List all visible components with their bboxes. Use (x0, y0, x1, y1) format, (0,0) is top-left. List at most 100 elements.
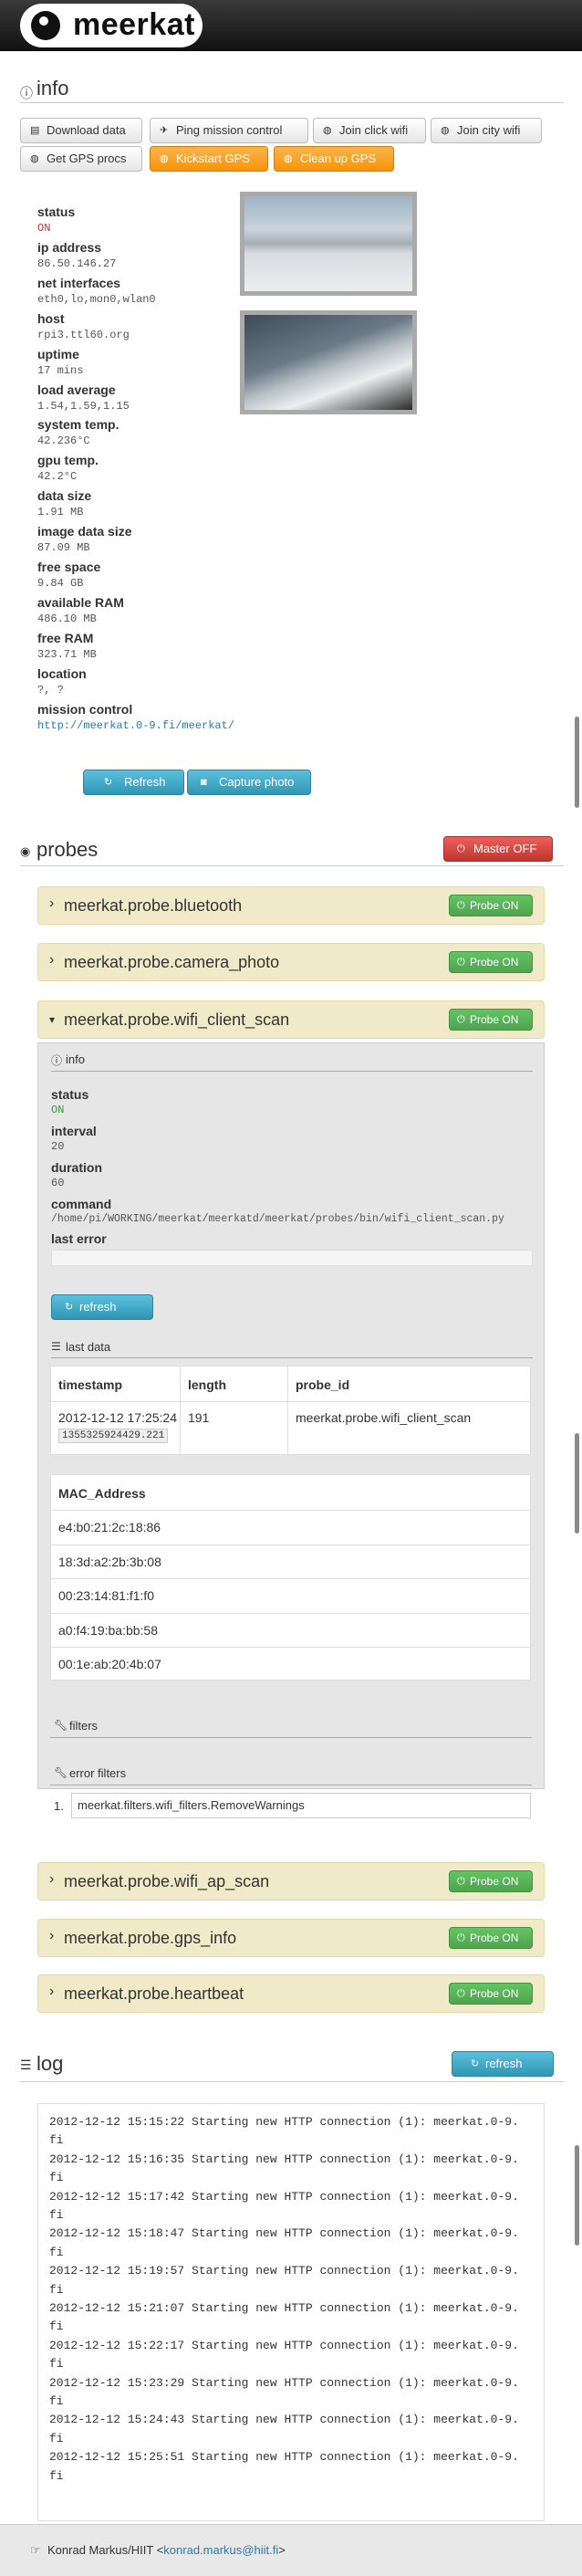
field-label: data size (37, 488, 92, 504)
download-data-button[interactable]: ▤ Download data (20, 118, 142, 143)
field-label: status (37, 204, 76, 219)
refresh-icon: ↻ (471, 2058, 480, 2069)
field-label: load average (37, 382, 116, 397)
probe-name: meerkat.probe.wifi_ap_scan (64, 1872, 270, 1890)
author-email-link[interactable]: konrad.markus@hiit.fi (163, 2543, 278, 2557)
footer-author: Konrad Markus/HIIT <konrad.markus@hiit.f… (47, 2543, 286, 2557)
probe-header[interactable]: ▾ meerkat.probe.wifi_client_scan ⏻ Probe ON (37, 1000, 545, 1039)
footer: ☞ Konrad Markus/HIIT <konrad.markus@hiit… (0, 2524, 582, 2576)
probe-header[interactable]: › meerkat.probe.camera_photo ⏻ Probe ON (37, 943, 545, 981)
kickstart-gps-button[interactable]: ◍ Kickstart GPS (150, 146, 268, 172)
filters-title: filters (69, 1719, 99, 1733)
chevron-right-icon: › (49, 895, 55, 911)
probe-toggle-button[interactable]: ⏻ Probe ON (449, 1983, 533, 2005)
camera-photo-thumbnail[interactable] (240, 192, 417, 296)
log-line: 2012-12-12 15:18:47 Starting new HTTP co… (49, 2226, 519, 2241)
field-value: 42.236°C (37, 435, 90, 448)
field-value: 17 mins (37, 363, 84, 377)
scrollbar-thumb[interactable] (575, 2145, 579, 2246)
log-line: fi (49, 2319, 64, 2334)
join-click-wifi-button[interactable]: ◍ Join click wifi (313, 118, 426, 143)
probe-header[interactable]: › meerkat.probe.heartbeat ⏻ Probe ON (37, 1974, 545, 2013)
master-toggle-button[interactable]: ⏻ Master OFF (443, 836, 553, 862)
probe-toggle-button[interactable]: ⏻ Probe ON (449, 1927, 533, 1949)
camera-icon: ◙ (201, 777, 207, 788)
probe-refresh-button[interactable]: ↻ refresh (51, 1294, 153, 1320)
probe-toggle-button[interactable]: ⏻ Probe ON (449, 951, 533, 973)
probe-toggle-button[interactable]: ⏻ Probe ON (449, 1009, 533, 1031)
wrench-icon: 🔧︎ (54, 1766, 68, 1779)
mac-cell: 00:23:14:81:f1:f0 (58, 1588, 155, 1603)
field-value: 1.54,1.59,1.15 (37, 399, 130, 413)
field-label: uptime (37, 346, 79, 361)
log-line: fi (49, 2133, 64, 2148)
duration-value: 60 (51, 1177, 65, 1189)
log-line: fi (49, 2171, 64, 2185)
mac-cell: 00:1e:ab:20:4b:07 (58, 1657, 161, 1671)
chevron-right-icon: › (49, 952, 55, 968)
table-rule (51, 1647, 530, 1648)
power-icon: ⏻ (457, 1988, 465, 1999)
last-data-table: timestamp length probe_id 2012-12-12 17:… (50, 1366, 531, 1455)
clean-up-gps-button[interactable]: ◍ Clean up GPS (274, 146, 394, 172)
field-value: 42.2°C (37, 470, 78, 484)
table-rule (180, 1367, 181, 1454)
probe-header[interactable]: › meerkat.probe.bluetooth ⏻ Probe ON (37, 886, 545, 925)
table-rule (287, 1367, 288, 1454)
divider (20, 865, 564, 866)
plane-icon: ✈ (160, 125, 169, 136)
log-line: 2012-12-12 15:17:42 Starting new HTTP co… (49, 2189, 519, 2204)
mac-address-table: MAC_Address e4:b0:21:2c:18:86 18:3d:a2:2b… (50, 1474, 531, 1681)
probe-toggle-button[interactable]: ⏻ Probe ON (449, 895, 533, 916)
field-value: eth0,lo,mon0,wlan0 (37, 292, 156, 306)
ping-mission-control-button[interactable]: ✈ Ping mission control (150, 118, 308, 143)
log-line: 2012-12-12 15:21:07 Starting new HTTP co… (49, 2301, 519, 2315)
globe-icon: ◍ (284, 153, 293, 164)
field-label: net interfaces (37, 275, 121, 290)
field-value: rpi3.ttl60.org (37, 328, 130, 341)
refresh-icon: ↻ (65, 1302, 74, 1313)
capture-photo-button[interactable]: ◙ Capture photo (187, 770, 311, 795)
camera-photo-thumbnail[interactable] (240, 310, 417, 414)
chevron-right-icon: › (49, 1928, 55, 1943)
table-rule (51, 1401, 530, 1402)
probes-section-title: probes (36, 838, 99, 861)
field-label: free space (37, 560, 101, 574)
probe-header[interactable]: › meerkat.probe.wifi_ap_scan ⏻ Probe ON (37, 1862, 545, 1901)
length-cell: 191 (188, 1410, 210, 1425)
globe-icon: ◍ (30, 153, 39, 164)
field-value[interactable]: http://meerkat.0-9.fi/meerkat/ (37, 719, 234, 732)
log-line: fi (49, 2208, 64, 2222)
list-icon: ☰ (20, 2058, 32, 2072)
refresh-button[interactable]: ↻ Refresh (83, 770, 184, 795)
refresh-icon: ↻ (104, 777, 113, 788)
status-value: ON (51, 1104, 65, 1116)
get-gps-procs-button[interactable]: ◍ Get GPS procs (20, 146, 142, 172)
log-line: 2012-12-12 15:23:29 Starting new HTTP co… (49, 2375, 519, 2390)
chevron-down-icon: ▾ (49, 1013, 56, 1026)
log-line: 2012-12-12 15:15:22 Starting new HTTP co… (49, 2115, 519, 2129)
info-icon: ⓘ (51, 1054, 63, 1067)
interval-label: interval (51, 1124, 97, 1138)
last-error-label: last error (51, 1231, 107, 1246)
field-label: free RAM (37, 630, 94, 645)
probe-header[interactable]: › meerkat.probe.gps_info ⏻ Probe ON (37, 1919, 545, 1957)
join-city-wifi-button[interactable]: ◍ Join city wifi (431, 118, 542, 143)
app-name: meerkat (73, 7, 195, 42)
field-value: 87.09 MB (37, 541, 90, 555)
probe-toggle-button[interactable]: ⏻ Probe ON (449, 1870, 533, 1892)
scrollbar-thumb[interactable] (575, 1433, 579, 1534)
scrollbar-thumb[interactable] (575, 717, 579, 808)
log-refresh-button[interactable]: ↻ refresh (452, 2051, 554, 2077)
table-rule (51, 1510, 530, 1511)
field-label: available RAM (37, 594, 124, 610)
field-label: location (37, 665, 87, 681)
log-line: fi (49, 2394, 64, 2408)
hand-icon: ☞ (30, 2543, 41, 2557)
field-label: mission control (37, 701, 133, 717)
error-filter-item: meerkat.filters.wifi_filters.RemoveWarni… (71, 1793, 531, 1818)
brand-logo[interactable]: meerkat (20, 4, 203, 47)
field-label: ip address (37, 239, 102, 255)
status-label: status (51, 1087, 89, 1102)
list-number: 1. (54, 1799, 64, 1813)
